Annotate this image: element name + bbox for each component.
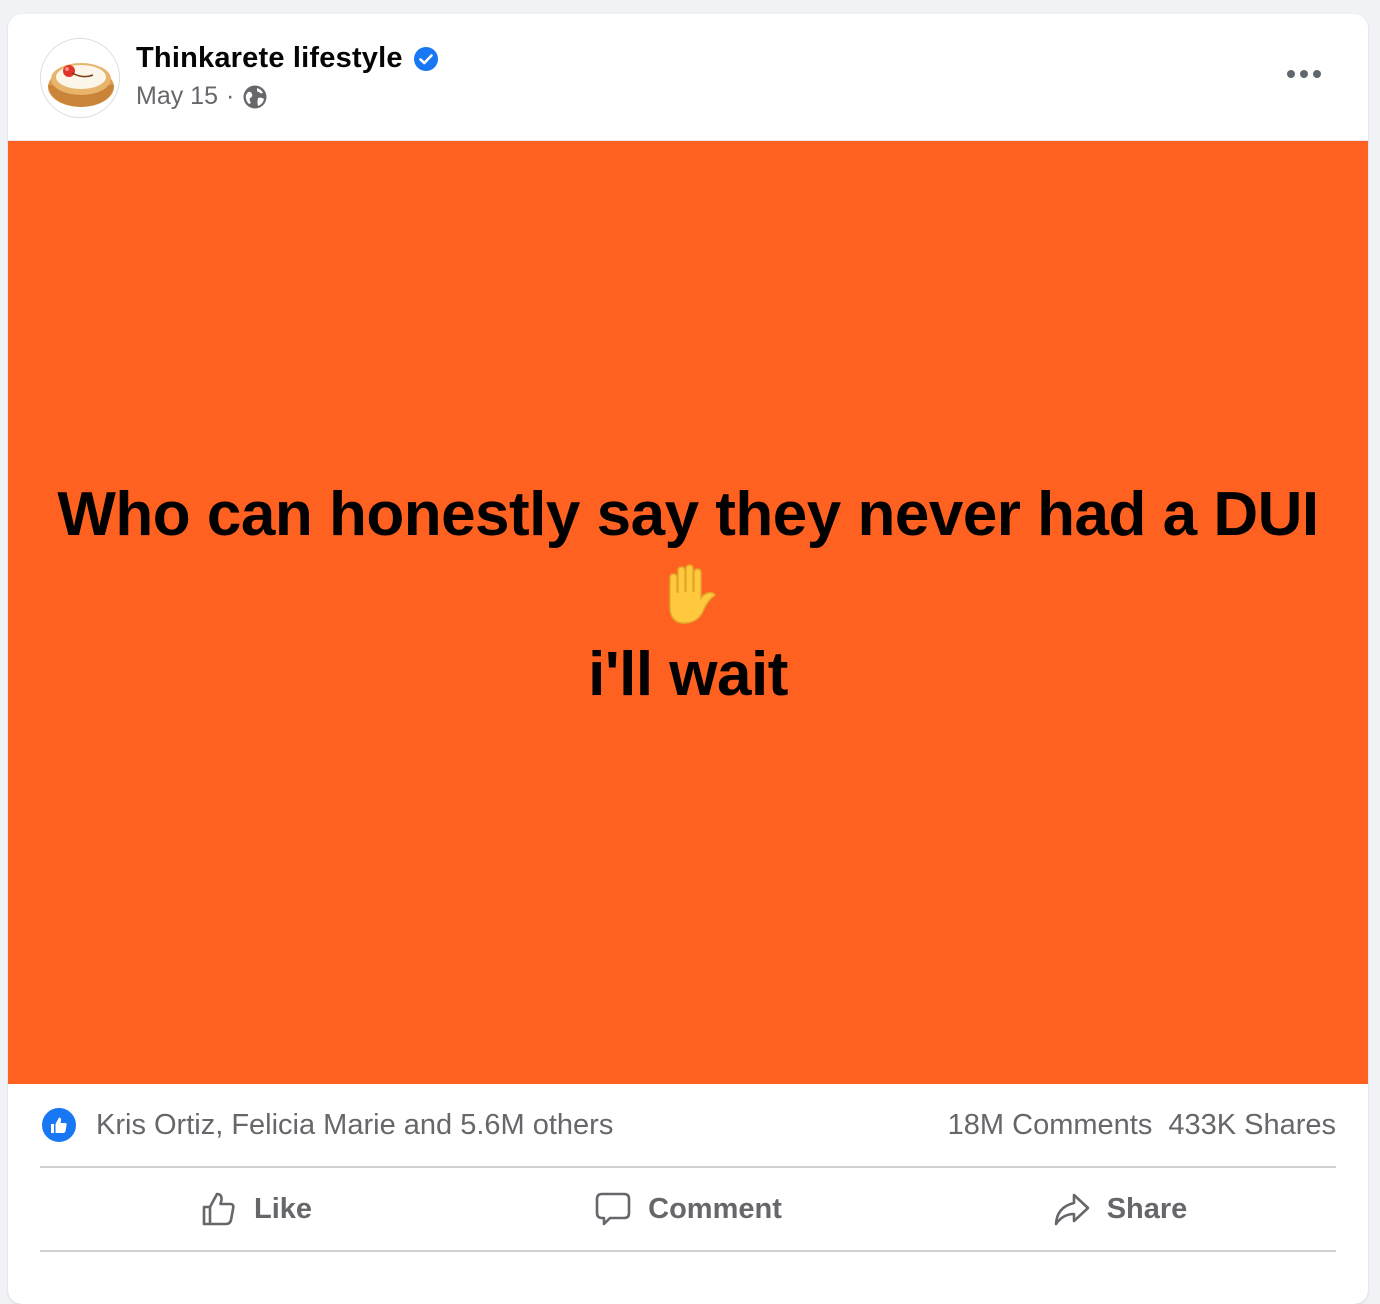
action-bar: Like Comment Share — [40, 1168, 1336, 1252]
like-button[interactable]: Like — [40, 1177, 472, 1241]
post-text-background: Who can honestly say they never had a DU… — [8, 140, 1368, 1084]
more-dot — [1300, 70, 1308, 78]
post-meta: May 15 · — [136, 82, 268, 111]
like-reaction-icon — [40, 1106, 78, 1144]
comment-bubble-icon — [595, 1192, 631, 1226]
author-name[interactable]: Thinkarete lifestyle — [136, 42, 403, 75]
tart-logo-icon — [41, 39, 119, 117]
raised-hand-emoji — [57, 553, 1318, 637]
meta-separator: · — [225, 82, 235, 110]
globe-icon — [242, 84, 268, 110]
raised-hand-icon — [669, 563, 717, 624]
reactions-summary[interactable]: Kris Ortiz, Felicia Marie and 5.6M other… — [40, 1106, 613, 1144]
more-options-button[interactable] — [1280, 58, 1328, 90]
share-label: Share — [1106, 1192, 1188, 1225]
post-date[interactable]: May 15 — [136, 82, 218, 111]
post-text: Who can honestly say they never had a DU… — [57, 477, 1319, 713]
verified-badge-icon — [413, 46, 439, 72]
engagement-counts: 18M Comments 433K Shares — [948, 1109, 1336, 1142]
reactions-text: Kris Ortiz, Felicia Marie and 5.6M other… — [96, 1108, 614, 1141]
post-card: Thinkarete lifestyle May 15 · Who can ho… — [8, 14, 1368, 1304]
comments-count[interactable]: 18M Comments — [948, 1109, 1153, 1142]
thumbs-up-icon — [202, 1192, 235, 1226]
share-arrow-icon — [1054, 1193, 1089, 1226]
page-avatar[interactable] — [40, 38, 120, 118]
post-header: Thinkarete lifestyle May 15 · — [8, 14, 1368, 140]
comment-label: Comment — [648, 1192, 782, 1225]
post-text-line-1: Who can honestly say they never had a DU… — [57, 479, 1319, 549]
comment-button[interactable]: Comment — [472, 1177, 904, 1241]
post-text-line-2: i'll wait — [588, 639, 788, 709]
reactions-bar: Kris Ortiz, Felicia Marie and 5.6M other… — [40, 1084, 1336, 1168]
more-dot — [1313, 70, 1321, 78]
share-button[interactable]: Share — [904, 1177, 1336, 1241]
more-dot — [1287, 70, 1295, 78]
author-row: Thinkarete lifestyle — [136, 42, 439, 75]
like-label: Like — [253, 1192, 313, 1225]
shares-count[interactable]: 433K Shares — [1168, 1109, 1336, 1142]
